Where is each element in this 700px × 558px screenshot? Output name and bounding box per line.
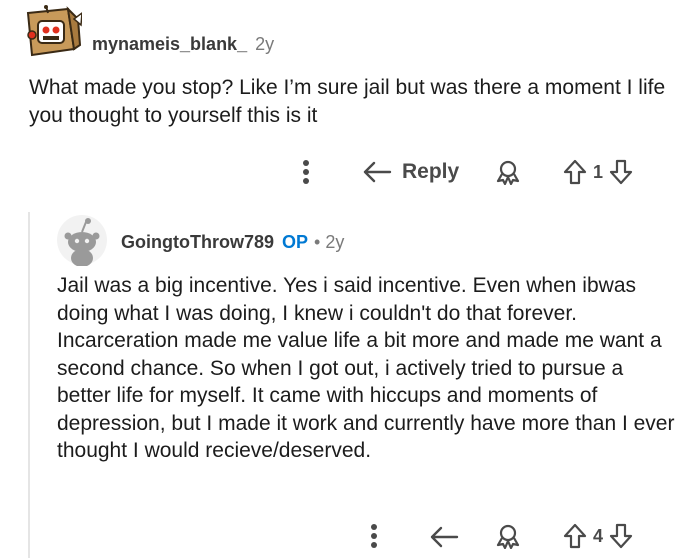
vote-controls: 1 xyxy=(563,158,633,186)
vote-controls: 4 xyxy=(563,522,633,550)
reply-arrow-icon xyxy=(363,161,392,183)
comment-body: Jail was a big incentive. Yes i said inc… xyxy=(57,274,675,462)
award-icon[interactable] xyxy=(494,522,522,550)
upvote-icon[interactable] xyxy=(563,523,587,549)
comment-header: GoingtoThrow789 OP • 2y xyxy=(121,232,344,253)
comment-age: 2y xyxy=(255,34,275,54)
username[interactable]: mynameis_blank_ xyxy=(92,34,247,55)
vote-score: 1 xyxy=(593,161,604,182)
comment-age: 2y xyxy=(325,232,345,252)
reply-label: Reply xyxy=(402,160,460,183)
more-vertical-icon[interactable] xyxy=(296,158,316,186)
avatar[interactable] xyxy=(18,5,82,61)
reply-arrow-icon[interactable] xyxy=(428,524,460,550)
comment-header: mynameis_blank_ 2y xyxy=(92,34,274,55)
username[interactable]: GoingtoThrow789 xyxy=(121,232,274,253)
box-robot-avatar-icon xyxy=(26,5,82,57)
downvote-icon[interactable] xyxy=(609,159,633,185)
avatar[interactable] xyxy=(56,214,108,266)
more-vertical-icon[interactable] xyxy=(364,522,384,550)
op-badge: OP xyxy=(282,232,309,252)
upvote-icon[interactable] xyxy=(563,159,587,185)
award-icon[interactable] xyxy=(494,158,522,186)
vote-score: 4 xyxy=(593,525,604,546)
thread-line[interactable] xyxy=(28,212,30,558)
downvote-icon[interactable] xyxy=(609,523,633,549)
reply-button[interactable]: Reply xyxy=(362,156,459,188)
default-snoo-avatar-icon xyxy=(57,215,107,266)
separator-dot: • xyxy=(314,232,321,252)
comment-body: What made you stop? Like I’m sure jail b… xyxy=(29,76,666,127)
